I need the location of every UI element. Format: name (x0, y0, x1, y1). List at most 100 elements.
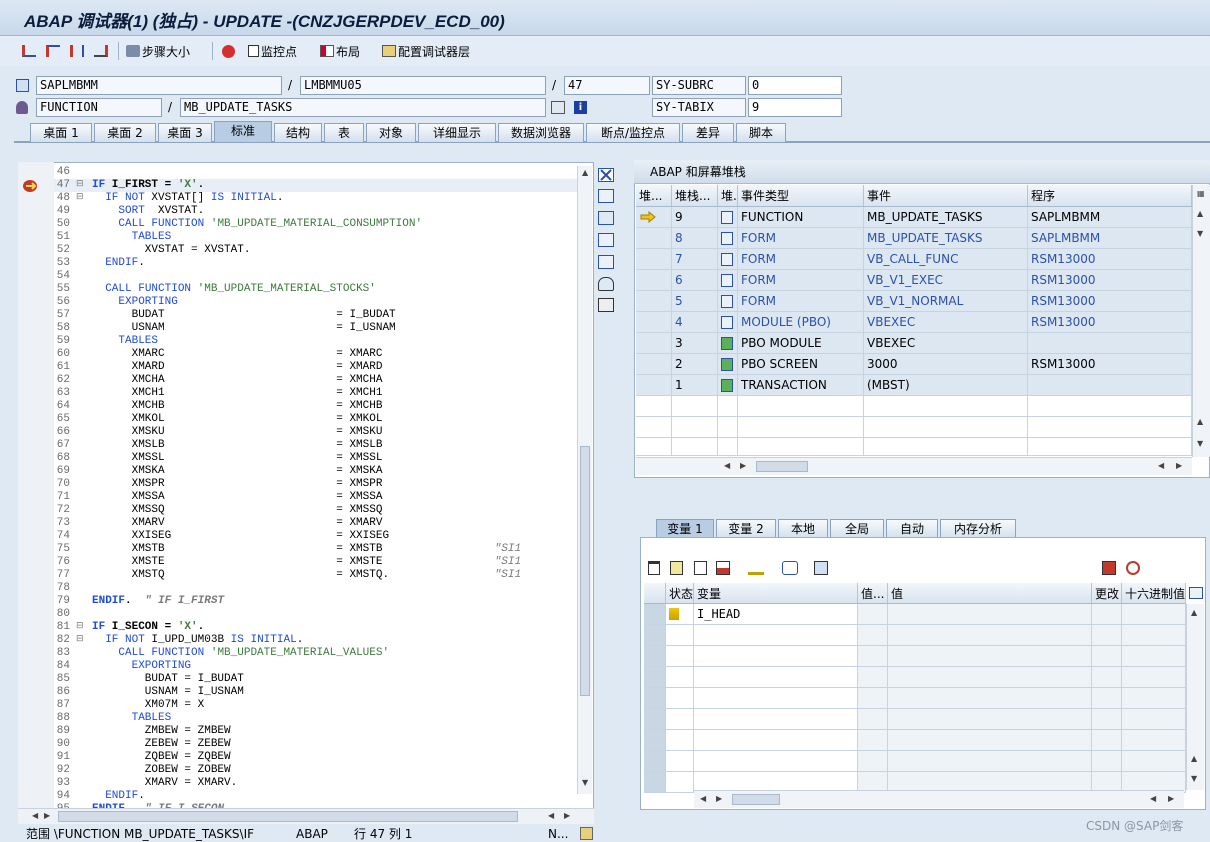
layout-button[interactable]: 布局 (320, 40, 360, 62)
stack-event[interactable]: VB_V1_NORMAL (864, 291, 1028, 312)
scroll-down-icon[interactable]: ▼ (582, 778, 588, 787)
fold-marker[interactable] (76, 361, 92, 374)
tab-memory-analysis[interactable]: 内存分析 (940, 519, 1016, 538)
stack-row-selector[interactable] (636, 312, 672, 333)
stack-level[interactable]: 7 (672, 249, 718, 270)
scroll-right-icon[interactable]: ▶ (1168, 794, 1174, 803)
stack-program[interactable]: SAPLMBMM (1028, 207, 1192, 228)
variable-status[interactable] (666, 688, 694, 709)
replace-tool-icon[interactable] (598, 211, 614, 225)
stack-event[interactable]: (MBST) (864, 375, 1028, 396)
variable-cell[interactable] (1122, 709, 1186, 730)
fold-marker[interactable] (76, 218, 92, 231)
variable-cell[interactable] (1122, 667, 1186, 688)
fold-marker[interactable] (76, 595, 92, 608)
stack-program[interactable]: RSM13000 (1028, 354, 1192, 375)
fold-marker[interactable]: ⊟ (76, 179, 92, 192)
fold-marker[interactable] (76, 777, 92, 790)
sy-tabix-value[interactable]: 9 (748, 98, 842, 117)
variable-cell[interactable] (1092, 688, 1122, 709)
stack-column-header[interactable]: 堆... (636, 185, 672, 207)
fold-marker[interactable] (76, 712, 92, 725)
stack-vertical-scrollbar[interactable]: ▦ ▲ ▼ ▲ ▼ (1192, 185, 1210, 457)
tab-data-browser[interactable]: 数据浏览器 (498, 123, 584, 142)
close-icon[interactable] (598, 168, 614, 182)
fold-marker[interactable] (76, 205, 92, 218)
table-settings-icon[interactable]: ▦ (1197, 189, 1205, 198)
fold-marker[interactable] (76, 244, 92, 257)
variable-cell[interactable] (858, 751, 888, 772)
delete-icon[interactable] (648, 561, 660, 575)
fold-marker[interactable] (76, 725, 92, 738)
fold-marker[interactable] (76, 764, 92, 777)
variable-name-input[interactable] (694, 646, 858, 667)
fold-marker[interactable] (76, 413, 92, 426)
scroll-thumb[interactable] (732, 794, 780, 805)
variable-cell[interactable] (858, 667, 888, 688)
variable-cell[interactable] (858, 730, 888, 751)
stack-event-type[interactable]: FORM (738, 270, 864, 291)
scroll-up-icon[interactable]: ▲ (1197, 209, 1203, 218)
tab-variables-2[interactable]: 变量 2 (716, 519, 776, 538)
fold-marker[interactable] (76, 751, 92, 764)
variables-column-header[interactable]: 状态 (666, 583, 694, 604)
stack-program[interactable] (1028, 375, 1192, 396)
transfer-icon[interactable] (782, 561, 798, 575)
tab-object[interactable]: 对象 (366, 123, 416, 142)
fold-marker[interactable] (76, 374, 92, 387)
fold-marker[interactable] (76, 452, 92, 465)
fold-marker[interactable] (76, 257, 92, 270)
vars-horizontal-scrollbar[interactable]: ◀ ▶ ◀ ▶ (694, 790, 1184, 808)
tab-desktop-1[interactable]: 桌面 1 (30, 123, 92, 142)
fold-marker[interactable] (76, 426, 92, 439)
insert-row-icon[interactable] (670, 561, 683, 575)
variable-name-input[interactable]: I_HEAD (694, 604, 858, 625)
event-type-field[interactable]: FUNCTION (36, 98, 162, 117)
stack-event-type[interactable]: FORM (738, 228, 864, 249)
variable-row-selector[interactable] (644, 751, 666, 772)
variable-cell[interactable] (888, 709, 1092, 730)
scroll-left-icon[interactable]: ◀ (548, 811, 554, 820)
scroll-up-icon[interactable]: ▲ (1191, 608, 1197, 617)
save-icon[interactable] (1102, 561, 1116, 575)
stack-program[interactable] (1028, 333, 1192, 354)
scroll-right-icon[interactable]: ▶ (1176, 461, 1182, 470)
variable-cell[interactable] (1092, 667, 1122, 688)
sort-icon[interactable] (748, 561, 764, 575)
table-settings-icon[interactable] (1186, 584, 1204, 602)
stack-event-type[interactable]: FORM (738, 249, 864, 270)
variable-row-selector[interactable] (644, 688, 666, 709)
variable-status[interactable] (666, 772, 694, 793)
fold-marker[interactable] (76, 647, 92, 660)
stack-row-selector[interactable] (636, 291, 672, 312)
scroll-thumb[interactable] (580, 446, 590, 696)
scroll-down-icon[interactable]: ▼ (1197, 229, 1203, 238)
variable-cell[interactable] (1122, 688, 1186, 709)
code-horizontal-scrollbar[interactable]: ◀ ▶ ◀ ▶ (18, 808, 594, 824)
variable-cell[interactable] (888, 688, 1092, 709)
stack-event[interactable]: MB_UPDATE_TASKS (864, 207, 1028, 228)
step-size-button[interactable]: 步骤大小 (126, 40, 190, 62)
fold-marker[interactable]: ⊟ (76, 192, 92, 205)
stack-level[interactable]: 4 (672, 312, 718, 333)
tab-breakpoints[interactable]: 断点/监控点 (586, 123, 680, 142)
stop-button[interactable] (222, 40, 237, 62)
line-field[interactable]: 47 (564, 76, 650, 95)
fold-marker[interactable] (76, 543, 92, 556)
variable-row-selector[interactable] (644, 730, 666, 751)
fold-marker[interactable] (76, 439, 92, 452)
fold-marker[interactable]: ⊟ (76, 621, 92, 634)
fold-marker[interactable] (76, 517, 92, 530)
event-field[interactable]: MB_UPDATE_TASKS (180, 98, 546, 117)
stack-program[interactable]: RSM13000 (1028, 249, 1192, 270)
scroll-left-icon[interactable]: ◀ (32, 811, 38, 820)
find-icon[interactable] (1126, 561, 1140, 575)
variable-cell[interactable] (1092, 730, 1122, 751)
stack-program[interactable]: RSM13000 (1028, 291, 1192, 312)
variable-cell[interactable] (1092, 625, 1122, 646)
stack-level[interactable]: 8 (672, 228, 718, 249)
stack-event[interactable]: MB_UPDATE_TASKS (864, 228, 1028, 249)
scroll-right-icon[interactable]: ▶ (740, 461, 746, 470)
stack-level[interactable]: 9 (672, 207, 718, 228)
variables-column-header[interactable]: 更改 (1092, 583, 1122, 604)
